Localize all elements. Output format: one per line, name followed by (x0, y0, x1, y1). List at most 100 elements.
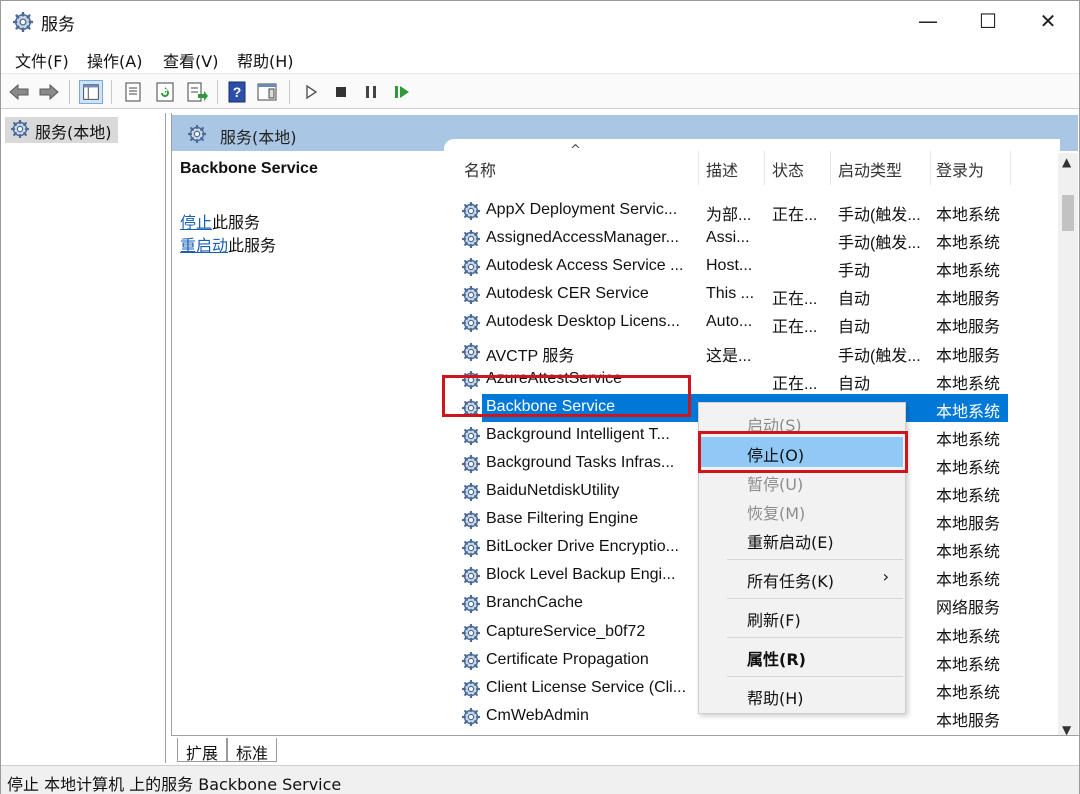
menu-view[interactable]: 查看(V) (163, 48, 218, 72)
restart-service-suffix: 此服务 (228, 236, 277, 255)
service-description: Host... (706, 257, 753, 275)
restart-service-icon[interactable] (389, 80, 413, 104)
service-gear-icon (462, 454, 480, 473)
tab-standard[interactable]: 标准 (227, 738, 278, 763)
service-description: Assi... (706, 229, 750, 247)
status-bar: 停止 本地计算机 上的服务 Backbone Service (1, 765, 1079, 794)
service-status: 正在... (772, 207, 818, 224)
stop-service-link[interactable]: 停止 (180, 213, 212, 232)
context-menu-all-tasks[interactable]: 所有任务(K) › (701, 563, 903, 593)
start-service-icon[interactable] (299, 80, 323, 104)
service-status: 正在... (772, 375, 818, 393)
forward-arrow-icon[interactable] (37, 80, 61, 104)
service-gear-icon (462, 623, 480, 642)
service-row[interactable]: AVCTP 服务 这是... 手动(触发... 本地服务 (444, 338, 1060, 366)
column-divider[interactable] (930, 151, 931, 185)
service-log-on-as: 本地系统 (936, 403, 1001, 421)
stop-service-icon[interactable] (329, 80, 353, 104)
service-gear-icon (462, 511, 480, 530)
menu-file[interactable]: 文件(F) (15, 48, 69, 72)
service-gear-icon (462, 707, 480, 726)
toolbar: ? (1, 73, 1079, 109)
service-description: Auto... (706, 313, 753, 331)
service-status: 正在... (772, 319, 818, 337)
column-divider[interactable] (764, 151, 765, 185)
service-row[interactable]: Autodesk Desktop Licens... Auto... 正在... 自动… (444, 309, 1060, 337)
service-name: AppX Deployment Servic... (486, 201, 678, 218)
refresh-icon[interactable] (153, 80, 177, 104)
console-tree-pane: 服务(本地) (1, 113, 166, 763)
selected-service-title: Backbone Service (180, 160, 318, 177)
column-header-description[interactable]: 描述 (706, 157, 738, 181)
service-gear-icon (462, 202, 480, 220)
scroll-up-icon[interactable]: ▲ (1062, 155, 1071, 169)
services-gear-icon (188, 125, 206, 143)
tree-node-services-local[interactable]: 服务(本地) (5, 117, 118, 143)
toolbar-separator (217, 80, 218, 104)
pane-header-title: 服务(本地) (220, 128, 297, 147)
service-row[interactable]: Autodesk CER Service This ... 正在... 自动 本地服务 (444, 281, 1060, 309)
vertical-scrollbar[interactable]: ▲ ▼ (1058, 153, 1078, 743)
service-row[interactable]: AssignedAccessManager... Assi... 手动(触发... 本… (444, 225, 1060, 253)
console-tree-icon[interactable] (79, 80, 103, 104)
service-name: Certificate Propagation (486, 650, 649, 668)
column-header-startup-type[interactable]: 启动类型 (838, 157, 902, 181)
restart-service-link[interactable]: 重启动 (180, 236, 228, 255)
stop-service-suffix: 此服务 (212, 213, 261, 232)
show-hide-pane-icon[interactable] (255, 80, 279, 104)
stop-service-line: 停止此服务 (180, 209, 260, 233)
maximize-button[interactable]: ☐ (958, 1, 1018, 41)
scroll-thumb[interactable] (1062, 195, 1074, 231)
context-menu-help[interactable]: 帮助(H) (701, 680, 903, 710)
pause-service-icon[interactable] (359, 80, 383, 104)
column-header-name[interactable]: 名称 (464, 157, 496, 181)
services-gear-icon (13, 12, 33, 32)
service-description: 这是... (706, 347, 752, 365)
service-row[interactable]: Autodesk Access Service ... Host... 手动 本地系统 (444, 253, 1060, 281)
context-menu-separator (727, 559, 903, 560)
toolbar-separator (289, 80, 290, 104)
service-gear-icon (462, 286, 480, 305)
context-menu-all-tasks-label: 所有任务(K) (747, 572, 834, 591)
back-arrow-icon[interactable] (7, 80, 31, 104)
service-startup-type: 自动 (838, 291, 871, 309)
context-menu-refresh[interactable]: 刷新(F) (701, 602, 903, 632)
service-log-on-as: 本地服务 (936, 291, 1001, 309)
service-log-on-as: 本地服务 (936, 712, 1001, 730)
services-gear-icon (11, 120, 29, 138)
service-startup-type: 手动(触发... (838, 235, 921, 253)
minimize-button[interactable]: — (898, 1, 958, 41)
column-divider[interactable] (698, 151, 699, 185)
restart-service-line: 重启动此服务 (180, 232, 276, 256)
window-title: 服务 (41, 15, 75, 35)
menu-action[interactable]: 操作(A) (87, 48, 142, 72)
context-menu-restart[interactable]: 重新启动(E) (701, 524, 903, 554)
service-row[interactable]: CNG Key IsolationCNG ...正在...手动(触发...本地系… (444, 731, 1060, 733)
column-divider[interactable] (830, 151, 831, 185)
service-log-on-as: 网络服务 (936, 600, 1001, 618)
context-menu-resume[interactable]: 恢复(M) (701, 495, 903, 525)
service-gear-icon (462, 567, 480, 586)
menu-help[interactable]: 帮助(H) (237, 48, 294, 72)
tab-extended[interactable]: 扩展 (177, 738, 228, 763)
column-divider[interactable] (1010, 151, 1011, 185)
export-list-icon[interactable] (185, 80, 209, 104)
service-log-on-as: 本地系统 (936, 488, 1001, 505)
close-button[interactable]: ✕ (1018, 1, 1078, 41)
properties-sheet-icon[interactable] (121, 80, 145, 104)
context-menu-properties[interactable]: 属性(R) (701, 641, 903, 671)
service-name: Autodesk Access Service ... (486, 257, 684, 275)
help-icon[interactable]: ? (225, 80, 249, 104)
service-gear-icon (462, 595, 480, 614)
service-name: BranchCache (486, 594, 583, 612)
service-row[interactable]: AppX Deployment Servic... 为部... 正在... 手动(触发… (444, 197, 1060, 225)
service-name: BaiduNetdiskUtility (486, 482, 620, 499)
toolbar-separator (69, 80, 70, 104)
column-header-status[interactable]: 状态 (772, 157, 804, 181)
service-description: This ... (706, 285, 755, 303)
column-header-log-on-as[interactable]: 登录为 (936, 157, 984, 181)
service-log-on-as: 本地系统 (936, 459, 1001, 477)
context-menu-separator (727, 598, 903, 599)
service-log-on-as: 本地系统 (936, 684, 1001, 702)
services-detail-pane: 服务(本地) Backbone Service 停止此服务 重启动此服务 ^ 名… (171, 113, 1079, 763)
